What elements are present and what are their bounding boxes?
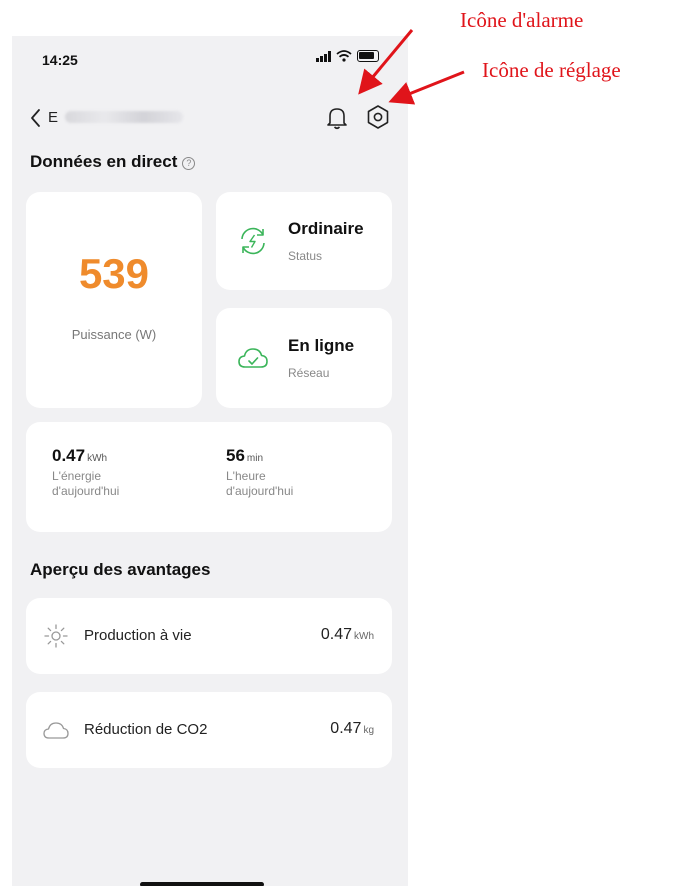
lifetime-production-label: Production à vie (84, 627, 192, 644)
status-sync-icon (241, 227, 265, 255)
co2-reduction-value: 0.47 kg (330, 720, 374, 737)
sun-icon (44, 624, 68, 648)
power-label: Puissance (W) (71, 327, 157, 342)
cloud-check-icon (238, 348, 268, 368)
time-today-stat: 56 min L'heure d'aujourd'hui (226, 446, 336, 499)
alarm-icon-annotation: Icône d'alarme (460, 8, 584, 32)
device-name: E (48, 109, 184, 126)
benefits-title: Aperçu des avantages (30, 560, 211, 579)
time-today-value: 56 (226, 446, 245, 465)
home-indicator (140, 882, 264, 886)
phone-screen: 14:25 E Données en direct? 539 Puissance… (12, 36, 408, 886)
network-label: Réseau (288, 366, 330, 380)
lifetime-production-row[interactable]: Production à vie 0.47 kWh (26, 598, 392, 674)
status-icons (316, 50, 379, 62)
co2-reduction-label: Réduction de CO2 (84, 721, 208, 738)
signal-icon (316, 50, 331, 62)
status-card: Ordinaire Status (216, 192, 392, 290)
energy-card: 0.47 kWh L'énergie d'aujourd'hui 56 min L'… (26, 422, 392, 532)
status-value: Ordinaire (288, 219, 364, 238)
network-card: En ligne Réseau (216, 308, 392, 408)
top-nav: E (12, 100, 408, 136)
co2-reduction-row[interactable]: Réduction de CO2 0.47 kg (26, 692, 392, 768)
status-time: 14:25 (42, 52, 78, 68)
status-label: Status (288, 249, 323, 263)
time-today-unit: min (246, 453, 264, 464)
bell-icon[interactable] (325, 105, 349, 131)
network-value: En ligne (288, 336, 355, 355)
device-name-redacted (65, 111, 184, 123)
settings-icon-annotation: Icône de réglage (482, 58, 621, 82)
cloud-icon (43, 722, 69, 739)
energy-today-unit: kWh (87, 453, 108, 464)
battery-icon (357, 50, 379, 62)
power-value: 539 (78, 250, 150, 297)
lifetime-production-value: 0.47 kWh (320, 626, 374, 643)
back-chevron-icon[interactable] (26, 106, 46, 130)
energy-today-stat: 0.47 kWh L'énergie d'aujourd'hui (52, 446, 162, 499)
energy-today-label: L'énergie d'aujourd'hui (52, 469, 120, 498)
help-icon[interactable]: ? (182, 157, 196, 170)
power-card: 539 Puissance (W) (26, 192, 202, 408)
wifi-icon (336, 50, 352, 62)
energy-today-value: 0.47 (52, 446, 86, 465)
live-data-title: Données en direct? (30, 152, 196, 172)
time-today-label: L'heure d'aujourd'hui (226, 469, 294, 498)
gear-icon[interactable] (364, 103, 392, 131)
